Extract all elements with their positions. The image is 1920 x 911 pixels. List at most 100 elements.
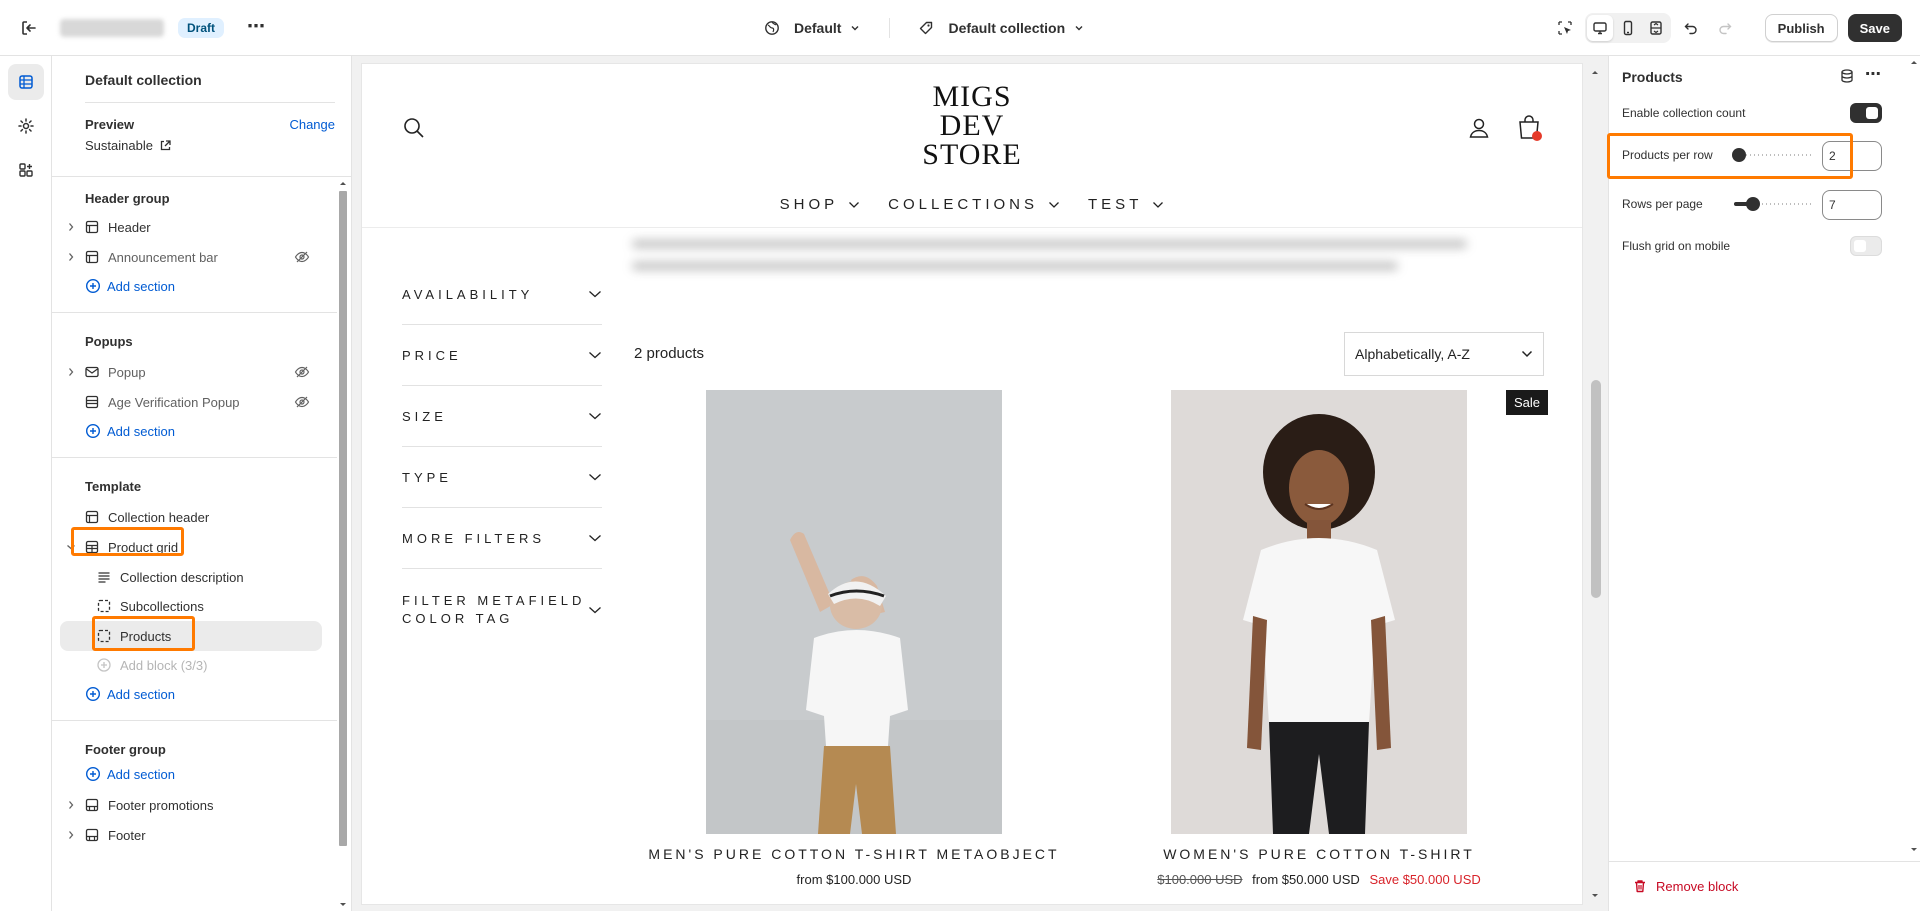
flush-grid-mobile-toggle[interactable] [1850, 236, 1882, 256]
section-layout-icon [82, 392, 102, 412]
preview-value[interactable]: Sustainable [85, 138, 172, 153]
popups-heading: Popups [85, 334, 133, 349]
fullscreen-icon[interactable] [1643, 15, 1669, 41]
search-icon[interactable] [402, 116, 426, 143]
chevron-down-icon [1049, 201, 1059, 208]
settings-scrollbar[interactable] [1910, 56, 1918, 856]
redo-icon[interactable] [1711, 14, 1739, 42]
exit-icon[interactable] [18, 17, 40, 39]
filter-size[interactable]: SIZE [402, 386, 602, 447]
plus-circle-icon [85, 686, 101, 702]
desktop-icon[interactable] [1586, 15, 1613, 41]
filter-metafield-color-tag[interactable]: FILTER METAFIELD COLOR TAG [402, 569, 602, 651]
nav-label: TEST [1088, 196, 1143, 213]
sections-icon[interactable] [8, 64, 44, 100]
product-image[interactable] [706, 390, 1002, 834]
hidden-eye-icon[interactable] [294, 394, 310, 413]
product-price: from $50.000 USD [1252, 872, 1360, 887]
hidden-eye-icon[interactable] [294, 364, 310, 383]
more-options-icon[interactable]: ⋯ [1865, 67, 1881, 83]
undo-icon[interactable] [1677, 14, 1705, 42]
section-layout-icon [82, 247, 102, 267]
publish-button[interactable]: Publish [1764, 14, 1838, 42]
section-footer-icon [82, 825, 102, 845]
mobile-icon[interactable] [1615, 15, 1641, 41]
chevron-right-icon[interactable] [64, 367, 78, 377]
text-lines-icon [94, 567, 114, 587]
rows-per-page-slider-thumb[interactable] [1746, 197, 1760, 211]
nav-test[interactable]: TEST [1088, 196, 1164, 213]
add-block[interactable]: Add block (3/3) [60, 650, 322, 680]
nav-shop[interactable]: SHOP [780, 196, 861, 213]
more-actions-button[interactable]: ⋯ [245, 17, 267, 39]
section-age-verification-popup[interactable]: Age Verification Popup [60, 387, 322, 417]
chevron-down-icon [1075, 26, 1083, 31]
theme-name-blurred [60, 19, 164, 37]
filter-label: SIZE [402, 408, 447, 424]
add-section-header-group[interactable]: Add section [85, 278, 175, 294]
nav-collections[interactable]: COLLECTIONS [888, 196, 1060, 213]
account-icon[interactable] [1467, 116, 1491, 143]
flush-grid-mobile-setting: Flush grid on mobile [1622, 231, 1882, 261]
chevron-down-icon [589, 607, 601, 614]
store-preview[interactable]: MIGS DEV STORE SHOP COLLECTIONS TEST AVA… [362, 64, 1582, 904]
filter-more-filters[interactable]: MORE FILTERS [402, 508, 602, 569]
section-announcement-bar[interactable]: Announcement bar [60, 242, 322, 272]
change-preview-link[interactable]: Change [289, 117, 335, 132]
chevron-right-icon[interactable] [64, 800, 78, 810]
remove-block-button[interactable]: Remove block [1632, 878, 1738, 894]
section-header[interactable]: Header [60, 212, 322, 242]
add-section-popups[interactable]: Add section [85, 423, 175, 439]
section-label: Header [108, 219, 151, 235]
sort-select[interactable]: Alphabetically, A-Z [1344, 332, 1544, 376]
filter-type[interactable]: TYPE [402, 447, 602, 508]
filter-availability[interactable]: AVAILABILITY [402, 264, 602, 325]
inspector-icon[interactable] [1551, 14, 1579, 42]
product-image[interactable] [1171, 390, 1467, 834]
rows-per-page-input[interactable] [1822, 190, 1882, 220]
add-section-label: Add section [107, 278, 175, 294]
preview-area: MIGS DEV STORE SHOP COLLECTIONS TEST AVA… [352, 56, 1608, 911]
dashed-frame-icon [94, 596, 114, 616]
remove-block-label: Remove block [1656, 878, 1739, 894]
store-logo[interactable]: MIGS DEV STORE [862, 82, 1082, 170]
save-button[interactable]: Save [1847, 14, 1902, 42]
chevron-down-icon [589, 474, 601, 481]
product-title[interactable]: MEN'S PURE COTTON T-SHIRT METAOBJECT [624, 846, 1084, 862]
add-section-footer-group[interactable]: Add section [85, 766, 175, 782]
theme-dropdown[interactable]: Default [760, 20, 865, 36]
hidden-eye-icon[interactable] [294, 249, 310, 268]
add-section-template[interactable]: Add section [85, 686, 175, 702]
highlight-products-per-row [1607, 133, 1853, 179]
enable-collection-count-toggle[interactable] [1850, 103, 1882, 123]
product-card[interactable]: WOMEN'S PURE COTTON T-SHIRT $100.000 USD… [1089, 390, 1549, 887]
apps-icon[interactable] [8, 152, 44, 188]
filter-price[interactable]: PRICE [402, 325, 602, 386]
external-link-icon [160, 140, 171, 151]
database-icon[interactable] [1839, 68, 1855, 87]
filter-label: MORE FILTERS [402, 530, 546, 546]
icon-rail [0, 56, 52, 911]
section-popup[interactable]: Popup [60, 357, 322, 387]
settings-title: Products [1622, 69, 1683, 85]
chevron-down-icon [1521, 350, 1533, 358]
filter-sidebar: AVAILABILITY PRICE SIZE TYPE MORE FILTER… [402, 264, 602, 651]
product-card[interactable]: MEN'S PURE COTTON T-SHIRT METAOBJECT fro… [624, 390, 1084, 887]
filter-label: FILTER METAFIELD COLOR TAG [402, 592, 585, 628]
sidebar-scroll-down-icon[interactable] [339, 896, 347, 906]
section-footer[interactable]: Footer [60, 820, 322, 850]
product-title[interactable]: WOMEN'S PURE COTTON T-SHIRT [1089, 846, 1549, 862]
chevron-right-icon[interactable] [64, 830, 78, 840]
settings-gear-icon[interactable] [8, 108, 44, 144]
chevron-down-icon [589, 291, 601, 298]
template-dropdown[interactable]: Default collection [914, 20, 1089, 36]
sidebar-scrollbar[interactable] [338, 176, 348, 856]
template-dropdown-label: Default collection [948, 20, 1066, 36]
product-count: 2 products [634, 345, 705, 362]
preview-scrollbar-thumb[interactable] [1591, 380, 1601, 598]
chevron-right-icon[interactable] [64, 252, 78, 262]
section-footer-promotions[interactable]: Footer promotions [60, 790, 322, 820]
block-collection-description[interactable]: Collection description [60, 562, 322, 592]
chevron-right-icon[interactable] [64, 222, 78, 232]
nav-label: COLLECTIONS [888, 196, 1039, 213]
